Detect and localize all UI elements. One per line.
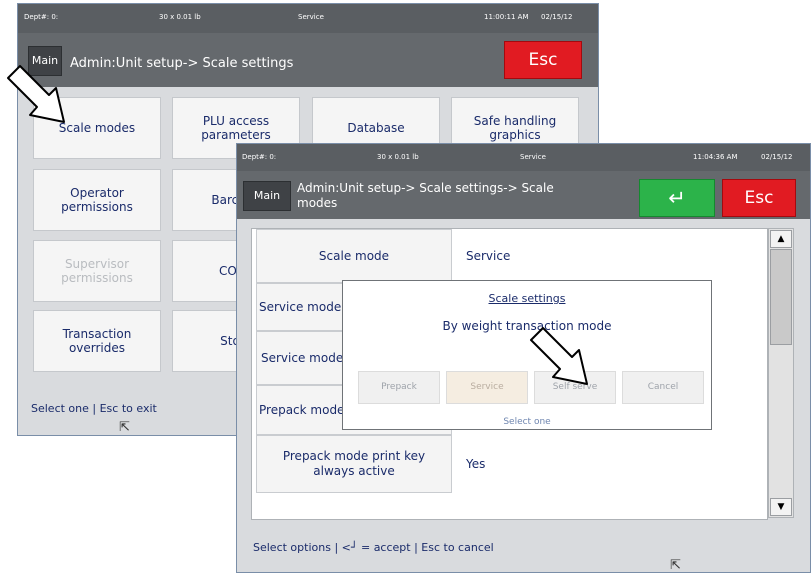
transaction-overrides-button[interactable]: Transaction overrides <box>33 310 161 372</box>
dept-number: Dept#: 0: <box>242 153 277 161</box>
row-label[interactable]: Prepack mode print key always active <box>256 435 452 493</box>
row-label[interactable]: Scale mode <box>256 229 452 283</box>
scroll-up-icon[interactable]: ▲ <box>770 230 792 248</box>
esc-button[interactable]: Esc <box>722 179 796 217</box>
footer-hint: Select options | <┘ = accept | Esc to ca… <box>253 541 494 554</box>
mouse-cursor-icon: ⇱ <box>119 420 130 435</box>
breadcrumb: Admin:Unit setup-> Scale settings <box>70 56 294 71</box>
dialog-title: Scale settings <box>488 292 566 305</box>
breadcrumb: Admin:Unit setup-> Scale settings-> Scal… <box>297 181 554 210</box>
enter-button[interactable]: ↵ <box>639 179 715 217</box>
weight-unit: 30 x 0.01 lb <box>159 13 201 21</box>
operator-permissions-button[interactable]: Operator permissions <box>33 169 161 231</box>
row-value: Yes <box>466 457 486 471</box>
row-value: Service <box>466 249 511 263</box>
enter-arrow-icon: ↵ <box>668 186 686 210</box>
pointer-arrow-icon <box>7 65 65 123</box>
mouse-cursor-icon: ⇱ <box>670 558 681 573</box>
scroll-thumb[interactable] <box>770 249 792 345</box>
esc-button[interactable]: Esc <box>504 41 582 79</box>
pointer-arrow-icon <box>530 327 588 385</box>
cancel-button[interactable]: Cancel <box>622 371 704 404</box>
scale-modes-window: Dept#: 0: 30 x 0.01 lb Service 11:04:36 … <box>236 143 811 573</box>
clock-date: 02/15/12 <box>761 153 793 161</box>
title-header: Main Admin:Unit setup-> Scale settings E… <box>18 33 598 87</box>
service-button[interactable]: Service <box>446 371 528 404</box>
weight-unit: 30 x 0.01 lb <box>377 153 419 161</box>
dialog-hint: Select one <box>503 417 551 427</box>
clock-date: 02/15/12 <box>541 13 573 21</box>
prepack-button[interactable]: Prepack <box>358 371 440 404</box>
scroll-down-icon[interactable]: ▼ <box>770 498 792 516</box>
supervisor-permissions-button: Supervisor permissions <box>33 240 161 302</box>
clock-time: 11:04:36 AM <box>693 153 738 161</box>
title-header: Main Admin:Unit setup-> Scale settings->… <box>237 171 810 219</box>
status-bar: Dept#: 0: 30 x 0.01 lb Service 11:00:11 … <box>18 4 598 33</box>
mode-label: Service <box>298 13 324 21</box>
main-button[interactable]: Main <box>243 181 291 211</box>
dept-number: Dept#: 0: <box>24 13 59 21</box>
mode-label: Service <box>520 153 546 161</box>
clock-time: 11:00:11 AM <box>484 13 529 21</box>
scrollbar[interactable]: ▲ ▼ <box>768 228 794 518</box>
footer-hint: Select one | Esc to exit <box>31 402 157 415</box>
status-bar: Dept#: 0: 30 x 0.01 lb Service 11:04:36 … <box>237 144 810 171</box>
